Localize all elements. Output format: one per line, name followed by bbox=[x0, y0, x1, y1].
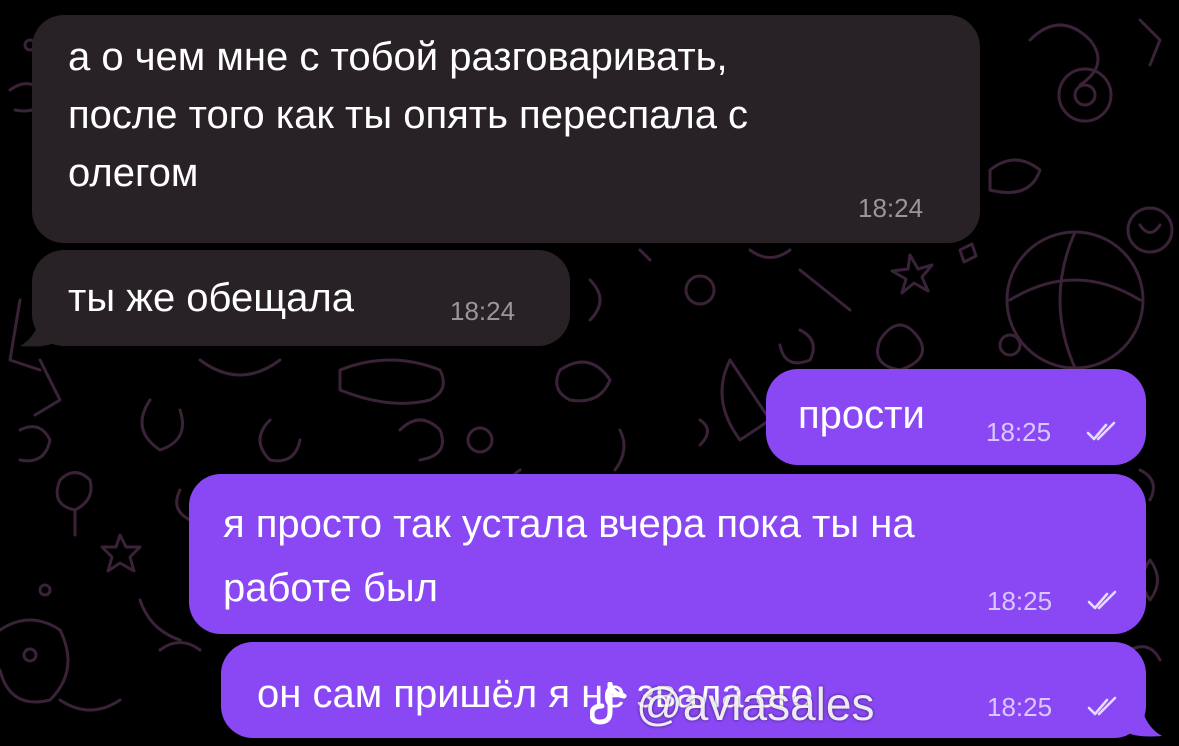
message-time: 18:25 bbox=[987, 586, 1053, 616]
message-text-line: после того как ты опять переспала с bbox=[68, 93, 749, 137]
message-text-line: прости bbox=[798, 393, 925, 437]
message-text-line: работе был bbox=[223, 566, 438, 610]
message-time: 18:24 bbox=[450, 296, 516, 326]
message-time: 18:24 bbox=[858, 193, 924, 223]
tiktok-icon bbox=[590, 682, 627, 725]
message-text-line: ты же обещала bbox=[68, 276, 354, 320]
double-check-read-icon bbox=[1087, 696, 1117, 716]
outgoing-bubble-tail bbox=[1126, 700, 1162, 737]
double-check-read-icon bbox=[1086, 421, 1116, 441]
message-text-line: а о чем мне с тобой разговаривать, bbox=[68, 35, 728, 79]
incoming-message[interactable]: ты же обещала 18:24 bbox=[32, 250, 570, 346]
message-time: 18:25 bbox=[986, 417, 1052, 447]
incoming-message[interactable]: а о чем мне с тобой разговаривать, после… bbox=[32, 15, 980, 243]
watermark-handle: @aviasales bbox=[636, 678, 875, 730]
double-check-read-icon bbox=[1087, 590, 1117, 610]
message-time: 18:25 bbox=[987, 692, 1053, 722]
outgoing-message[interactable]: прости 18:25 bbox=[766, 369, 1146, 465]
outgoing-message[interactable]: я просто так устала вчера пока ты на раб… bbox=[189, 474, 1146, 634]
message-text-line: я просто так устала вчера пока ты на bbox=[223, 502, 915, 546]
incoming-bubble-tail bbox=[20, 310, 56, 347]
message-text-line: олегом bbox=[68, 151, 199, 195]
